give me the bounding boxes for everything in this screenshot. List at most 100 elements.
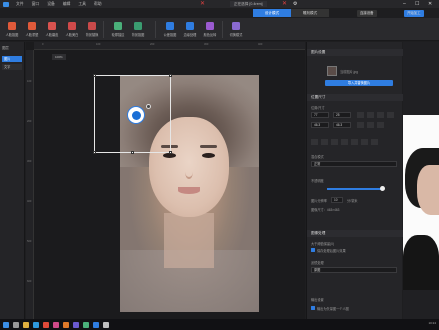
folder-icon[interactable] bbox=[23, 321, 29, 328]
menu-help[interactable]: 帮助 bbox=[90, 2, 106, 7]
align-right-icon[interactable] bbox=[377, 112, 384, 118]
document-tab[interactable]: 正在选择 [0.4rem] bbox=[230, 1, 267, 7]
tool-switch-button[interactable]: 切换模式 bbox=[226, 20, 246, 39]
app-a-icon[interactable] bbox=[53, 321, 59, 328]
neck-region bbox=[164, 213, 214, 268]
app-f-icon[interactable] bbox=[103, 321, 109, 328]
resize-handle[interactable] bbox=[169, 74, 172, 77]
chrome-icon[interactable] bbox=[43, 321, 49, 328]
tool-outline-button[interactable]: 轮廓描边 bbox=[108, 20, 128, 39]
layers-title: 图层 bbox=[2, 46, 9, 50]
anchor-pin-icon[interactable] bbox=[127, 106, 145, 124]
tool-invert-button[interactable]: 颜色反转 bbox=[200, 20, 220, 39]
width-field[interactable]: 46.3 bbox=[311, 122, 329, 128]
toolbar-separator bbox=[103, 21, 104, 38]
windows-icon[interactable] bbox=[3, 321, 9, 328]
start-process-button[interactable]: 开始加工 bbox=[404, 10, 424, 17]
zoom-level[interactable]: 100% bbox=[52, 54, 66, 60]
properties-panel: 图片设置 当前图片.jpg 导入并替换图片 位置尺寸 位置/尺寸 77 25 4… bbox=[306, 42, 403, 319]
close-doc-icon[interactable]: ✕ bbox=[200, 1, 206, 7]
rotate-handle-icon[interactable] bbox=[146, 104, 151, 109]
tool-label: 切换模式 bbox=[229, 33, 243, 37]
maximize-icon[interactable]: ☐ bbox=[415, 0, 419, 8]
app-b-icon[interactable] bbox=[63, 321, 69, 328]
rotate-icon[interactable] bbox=[331, 139, 338, 145]
tool-tolerance-button[interactable]: 公差抠图 bbox=[160, 20, 180, 39]
align-bottom-icon[interactable] bbox=[367, 122, 374, 128]
tool-label: 公差抠图 bbox=[163, 33, 177, 37]
menu-file[interactable]: 文件 bbox=[12, 2, 28, 7]
edge-icon[interactable] bbox=[33, 321, 39, 328]
resolution-note: 图像尺寸：463×463 bbox=[311, 208, 340, 212]
search-icon[interactable] bbox=[13, 321, 19, 328]
tool-face-reshape-button[interactable]: 人脸重塑 bbox=[22, 20, 42, 39]
app-c-icon[interactable] bbox=[73, 321, 79, 328]
resize-handle[interactable] bbox=[93, 74, 96, 77]
canvas-area[interactable]: 0 100 200 300 400 100 200 300 400 500 60… bbox=[26, 42, 305, 319]
tool-label: 背景替换 bbox=[85, 33, 99, 37]
align-center-icon[interactable] bbox=[367, 112, 374, 118]
blend-label: 混合模式 bbox=[311, 155, 324, 159]
settings-icon[interactable]: ⚙ bbox=[293, 0, 297, 8]
align-middle-icon[interactable] bbox=[357, 122, 364, 128]
app-d-icon[interactable] bbox=[83, 321, 89, 328]
connect-device-button[interactable]: 连接设备 bbox=[357, 10, 377, 17]
align-top-icon[interactable] bbox=[387, 112, 394, 118]
ruler-tick: 100 bbox=[96, 43, 101, 46]
menu-tools[interactable]: 工具 bbox=[74, 2, 90, 7]
tool-bg-replace-button[interactable]: 背景替换 bbox=[82, 20, 102, 39]
menu-device[interactable]: 设备 bbox=[43, 2, 59, 7]
tool-face-whiten-button[interactable]: 人脸美白 bbox=[62, 20, 82, 39]
resize-handle[interactable] bbox=[169, 151, 172, 154]
menu-edit[interactable]: 编辑 bbox=[59, 2, 75, 7]
section-image-process[interactable]: 图像处理 bbox=[307, 230, 403, 237]
group-icon[interactable] bbox=[361, 139, 368, 145]
minimize-icon[interactable]: – bbox=[403, 0, 406, 8]
tool-edge-button[interactable]: 边缘处理 bbox=[180, 20, 200, 39]
dpi-field[interactable]: 10 bbox=[331, 197, 343, 203]
x-field[interactable]: 77 bbox=[311, 112, 329, 118]
tool-bg-cut-button[interactable]: 背景抠图 bbox=[128, 20, 148, 39]
section-position-size[interactable]: 位置尺寸 bbox=[307, 94, 403, 101]
tool-label: 人脸磨皮 bbox=[45, 33, 59, 37]
blend-select[interactable]: 正常 bbox=[311, 161, 397, 167]
mirror-icon[interactable] bbox=[341, 139, 348, 145]
align-left-icon[interactable] bbox=[357, 112, 364, 118]
distribute-icon[interactable] bbox=[351, 139, 358, 145]
resize-handle[interactable] bbox=[131, 151, 134, 154]
flip-v-icon[interactable] bbox=[321, 139, 328, 145]
height-field[interactable]: 46.3 bbox=[333, 122, 351, 128]
lock-ratio-icon[interactable] bbox=[377, 122, 384, 128]
preview-face bbox=[417, 165, 439, 215]
bg-replace-icon bbox=[88, 22, 96, 30]
save-effect-checkbox[interactable] bbox=[311, 248, 315, 252]
dpi-unit: 分/毫米 bbox=[347, 199, 358, 203]
flip-h-icon[interactable] bbox=[311, 139, 318, 145]
mode-tabs: 设计模式 雕刻模式 bbox=[253, 9, 329, 17]
output-vector-checkbox[interactable] bbox=[311, 306, 315, 310]
preview-image[interactable] bbox=[403, 115, 439, 290]
import-image-button[interactable]: 导入并替换图片 bbox=[325, 80, 393, 86]
y-field[interactable]: 25 bbox=[333, 112, 351, 118]
resize-handle[interactable] bbox=[93, 151, 96, 154]
horizontal-ruler: 0 100 200 300 400 bbox=[34, 42, 305, 50]
close-window-icon[interactable]: ✕ bbox=[428, 0, 432, 8]
layer-row-image[interactable]: 图片 bbox=[2, 56, 22, 62]
filter-select[interactable]: 原图 bbox=[311, 267, 397, 273]
opacity-slider-knob[interactable] bbox=[380, 186, 386, 191]
opacity-label: 不透明度 bbox=[311, 179, 324, 183]
app-logo-icon bbox=[3, 1, 9, 7]
ungroup-icon[interactable] bbox=[371, 139, 378, 145]
app-e-icon[interactable] bbox=[93, 321, 99, 328]
tool-face-cut-button[interactable]: 人脸抠图 bbox=[2, 20, 22, 39]
close-tab-icon[interactable]: ✕ bbox=[282, 1, 288, 7]
opacity-slider-track[interactable] bbox=[327, 188, 383, 190]
section-image-settings[interactable]: 图片设置 bbox=[307, 49, 403, 56]
toolbar: 人脸抠图 人脸重塑 人脸磨皮 人脸美白 背景替换 轮廓描边 背景抠图 公差抠图 边缘处理 颜色反转… bbox=[0, 18, 439, 41]
layer-row-text[interactable]: 文字 bbox=[2, 64, 22, 70]
tab-design-mode[interactable]: 设计模式 bbox=[253, 9, 291, 17]
menu-window[interactable]: 窗口 bbox=[28, 2, 44, 7]
tab-engrave-mode[interactable]: 雕刻模式 bbox=[291, 9, 329, 17]
tool-label: 背景抠图 bbox=[131, 33, 145, 37]
tool-face-smooth-button[interactable]: 人脸磨皮 bbox=[42, 20, 62, 39]
